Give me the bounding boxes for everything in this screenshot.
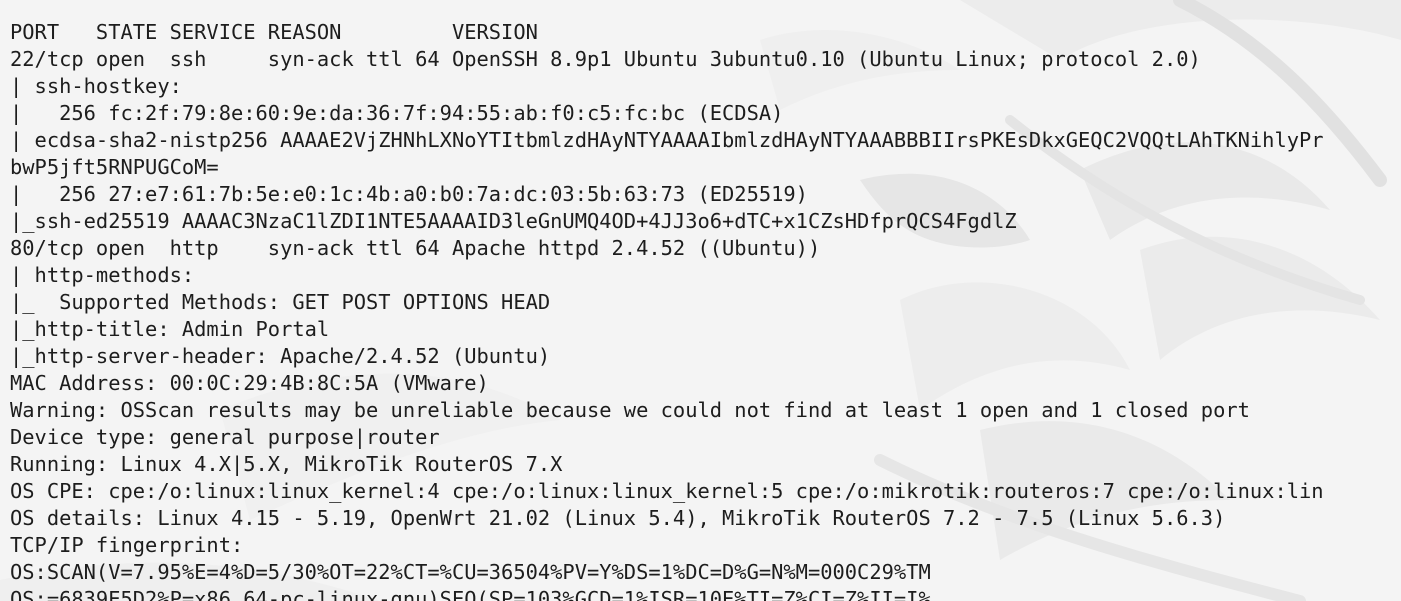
terminal-line: 22/tcp open ssh syn-ack ttl 64 OpenSSH 8… <box>10 47 1201 71</box>
nmap-output: PORT STATE SERVICE REASON VERSION 22/tcp … <box>10 19 1324 601</box>
terminal-line: OS:=6839E5D2%P=x86_64-pc-linux-gnu)SEQ(S… <box>10 587 931 601</box>
terminal-line: OS CPE: cpe:/o:linux:linux_kernel:4 cpe:… <box>10 479 1324 503</box>
terminal-line: | http-methods: <box>10 263 207 287</box>
terminal-line: 80/tcp open http syn-ack ttl 64 Apache h… <box>10 236 821 260</box>
terminal-line: Device type: general purpose|router <box>10 425 440 449</box>
terminal-line: OS details: Linux 4.15 - 5.19, OpenWrt 2… <box>10 506 1226 530</box>
terminal-line: |_http-server-header: Apache/2.4.52 (Ubu… <box>10 344 551 368</box>
terminal-line: | ssh-hostkey: <box>10 74 195 98</box>
terminal-line: OS:SCAN(V=7.95%E=4%D=5/30%OT=22%CT=%CU=3… <box>10 560 931 584</box>
terminal-line: MAC Address: 00:0C:29:4B:8C:5A (VMware) <box>10 371 489 395</box>
terminal-line: | 256 fc:2f:79:8e:60:9e:da:36:7f:94:55:a… <box>10 101 784 125</box>
terminal-line: Warning: OSScan results may be unreliabl… <box>10 398 1250 422</box>
terminal-line: TCP/IP fingerprint: <box>10 533 244 557</box>
terminal-line: |_ssh-ed25519 AAAAC3NzaC1lZDI1NTE5AAAAID… <box>10 209 1017 233</box>
terminal-line: Running: Linux 4.X|5.X, MikroTik RouterO… <box>10 452 563 476</box>
terminal-line: |_ Supported Methods: GET POST OPTIONS H… <box>10 290 551 314</box>
terminal-line: PORT STATE SERVICE REASON VERSION <box>10 20 538 44</box>
terminal-line: bwP5jft5RNPUGCoM= <box>10 155 219 179</box>
terminal-window[interactable]: PORT STATE SERVICE REASON VERSION 22/tcp … <box>0 0 1401 601</box>
terminal-line: | 256 27:e7:61:7b:5e:e0:1c:4b:a0:b0:7a:d… <box>10 182 808 206</box>
terminal-line: | ecdsa-sha2-nistp256 AAAAE2VjZHNhLXNoYT… <box>10 128 1324 152</box>
terminal-line: |_http-title: Admin Portal <box>10 317 330 341</box>
